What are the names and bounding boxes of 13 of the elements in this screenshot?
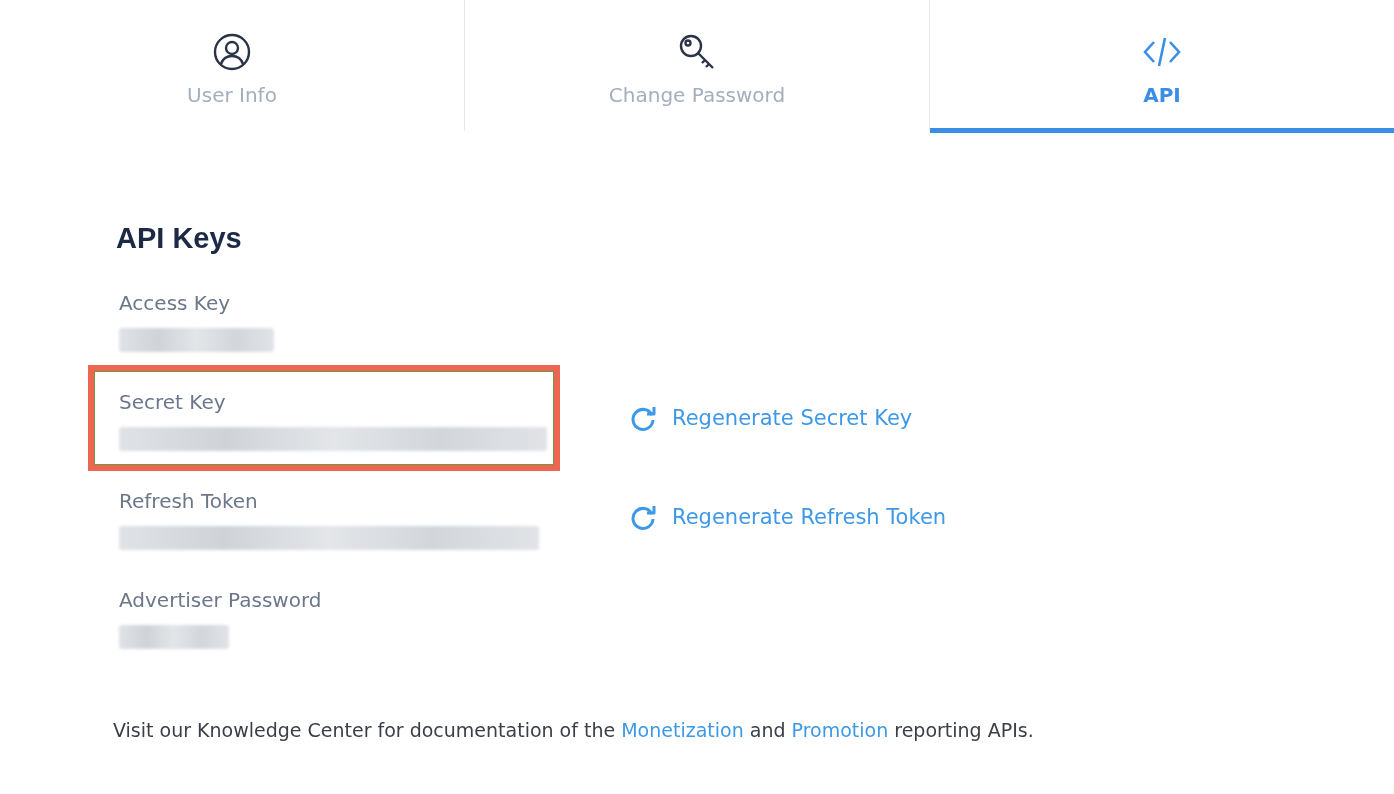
user-icon xyxy=(212,31,252,72)
section-heading: API Keys xyxy=(116,221,243,256)
field-label: Advertiser Password xyxy=(119,587,323,615)
doc-link[interactable]: Monetization xyxy=(621,718,744,741)
tab[interactable]: Change Password xyxy=(465,0,930,133)
regenerate-link[interactable]: Regenerate Secret Key xyxy=(628,402,913,435)
tab[interactable]: User Info xyxy=(0,0,465,133)
regenerate-link[interactable]: Regenerate Refresh Token xyxy=(628,501,947,534)
field-label: Refresh Token xyxy=(119,488,259,516)
field-label: Secret Key xyxy=(119,389,227,417)
field-label: Access Key xyxy=(119,290,232,318)
doc-link[interactable]: Promotion xyxy=(791,718,889,741)
help-text: Visit our Knowledge Center for documentation of the Monetization and Promotion reporting APIs. xyxy=(113,717,1035,743)
